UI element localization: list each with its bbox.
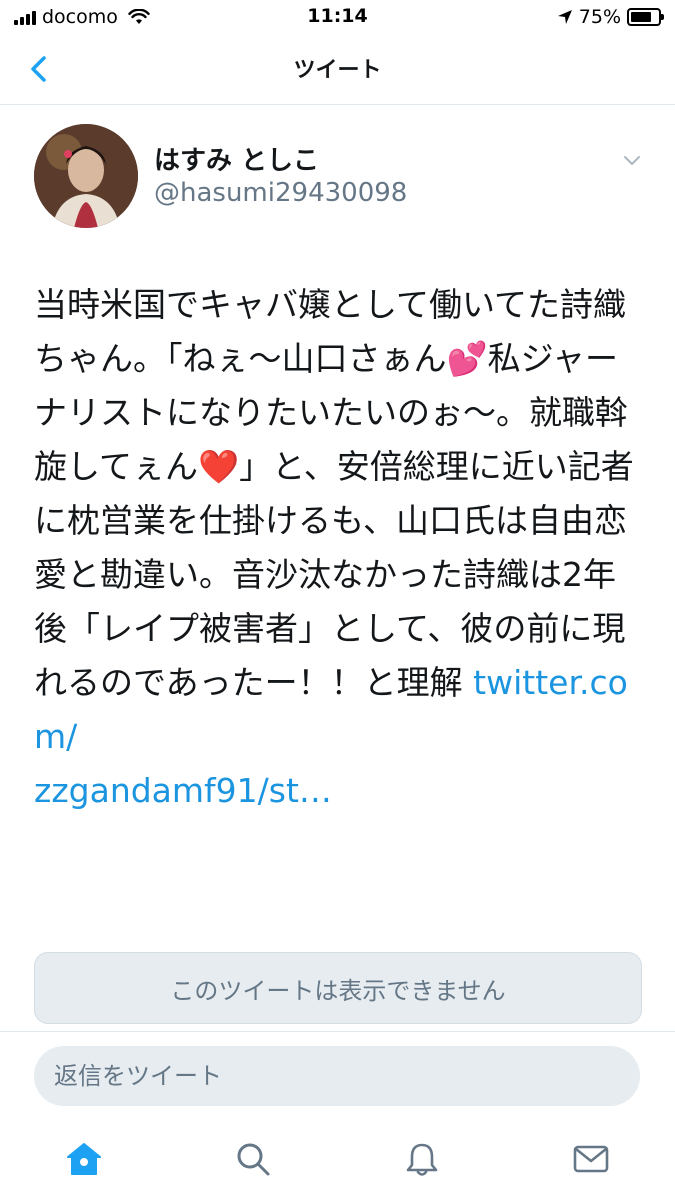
chevron-down-icon[interactable] [620,148,644,172]
tab-bar [0,1130,675,1200]
tab-messages[interactable] [506,1130,675,1200]
battery-percent: 75% [578,6,621,28]
battery-cap [661,14,664,20]
unavailable-notice: このツイートは表示できません [170,976,506,1005]
divider [0,1031,675,1032]
messages-icon [573,1145,608,1173]
home-icon [67,1143,102,1175]
nav-header: ツイート [0,34,675,105]
tweet-text: 当時米国でキャバ嬢として働いてた詩織ちゃん。「ねぇ〜山口さぁん💕私ジャーナリスト… [34,278,644,818]
avatar-image [34,124,138,228]
tab-search[interactable] [169,1130,338,1200]
reply-input[interactable] [34,1046,640,1106]
notifications-icon [406,1143,438,1176]
tab-home[interactable] [0,1130,169,1200]
avatar[interactable] [34,124,138,228]
battery-icon [627,8,664,26]
quoted-tweet-unavailable: このツイートは表示できません [34,952,642,1024]
tweet-author: はすみ としこ @hasumi29430098 [34,122,644,234]
author-handle[interactable]: @hasumi29430098 [154,178,407,208]
search-icon [237,1143,270,1176]
status-bar: docomo 11:14 75% [0,0,675,34]
battery-level-fill [631,12,651,22]
tweet-body-text: 当時米国でキャバ嬢として働いてた詩織ちゃん。「ねぇ〜山口さぁん💕私ジャーナリスト… [34,285,634,702]
author-display-name[interactable]: はすみ としこ [154,140,319,177]
status-right: 75% [557,6,664,28]
tab-notifications[interactable] [338,1130,507,1200]
location-arrow-icon [557,10,572,24]
page-title: ツイート [293,58,382,83]
